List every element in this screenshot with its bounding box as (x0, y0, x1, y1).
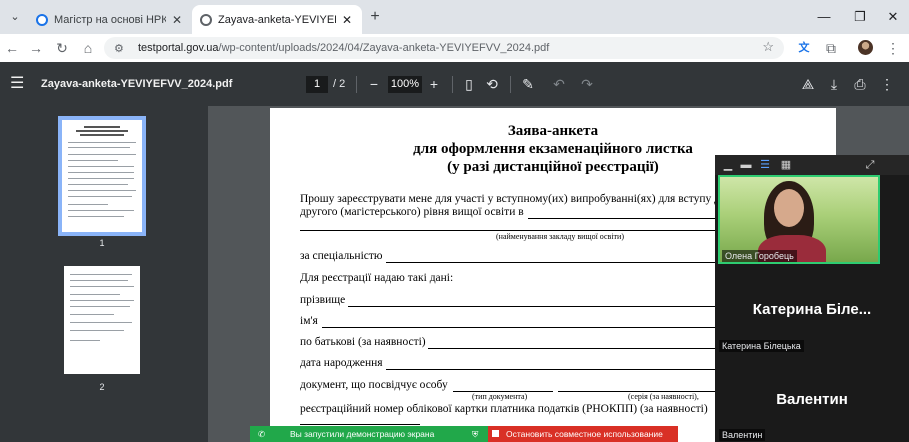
bookmark-star-icon[interactable]: ☆ (762, 39, 774, 55)
share-status: ✆ Вы запустили демонстрацию экрана ⛨ (250, 426, 488, 442)
zoom-in-plus-icon[interactable]: + (425, 74, 443, 94)
request-text: другого (магістерського) рівня вищої осв… (300, 206, 524, 218)
browser-tab-master-program[interactable]: Магістр на основі НРК6/НРК7 ✕ (28, 5, 192, 34)
hamburger-menu-icon[interactable]: ☰ (10, 75, 24, 93)
stop-sharing-button[interactable]: Остановить совместное использование (488, 426, 678, 442)
thumbnail-sidebar: 1 2 (0, 106, 208, 442)
rotate-icon[interactable]: ⟲ (483, 74, 501, 94)
browser-tab-strip: ⌄ Магістр на основі НРК6/НРК7 ✕ Zayava-a… (0, 0, 909, 34)
profile-avatar[interactable] (858, 40, 873, 55)
participant-video (774, 189, 804, 227)
stop-sharing-label: Остановить совместное использование (506, 429, 663, 439)
participant-name: Олена Горобець (722, 250, 797, 262)
address-bar[interactable]: ⚙ testportal.gov.ua/wp-content/uploads/2… (104, 37, 784, 59)
list-view-icon[interactable]: ☰ (758, 158, 772, 172)
minimize-window-icon[interactable]: — (815, 8, 833, 26)
name-label: ім'я (300, 315, 318, 327)
fit-to-page-icon[interactable]: ▯ (460, 74, 478, 94)
thumbnail-label: 1 (99, 238, 105, 248)
participant-video-tile[interactable]: Олена Горобець (718, 175, 880, 264)
page-total: / 2 (333, 78, 346, 90)
share-status-text: Вы запустили демонстрацию экрана (290, 429, 435, 439)
zoom-out-minus-icon[interactable]: − (365, 74, 383, 94)
id-document-label: документ, що посвідчує особу (300, 379, 448, 391)
toolbar-divider (356, 76, 357, 93)
participant-name: Катерина Білецька (719, 340, 804, 352)
specialty-label: за спеціальністю (300, 250, 383, 262)
browser-toolbar: ← → ↻ ⌂ ⚙ testportal.gov.ua/wp-content/u… (0, 34, 909, 62)
single-view-icon[interactable]: ▬ (739, 158, 753, 172)
toolbar-divider (452, 76, 453, 93)
reload-icon[interactable]: ↻ (53, 39, 71, 57)
screen-share-banner: ✆ Вы запустили демонстрацию экрана ⛨ Ост… (250, 426, 678, 442)
zoom-level-input[interactable] (388, 76, 422, 93)
more-options-kebab-icon[interactable]: ⋮ (878, 74, 896, 94)
globe-favicon-icon (36, 13, 48, 26)
browser-menu-kebab-icon[interactable]: ⋮ (884, 39, 902, 57)
doc-type-hint: (тип документа) (472, 392, 528, 401)
registration-intro: Для реєстрації надаю такі дані: (300, 272, 454, 284)
tab-title: Zayava-anketa-YEVIYEFVV_2024 (218, 13, 336, 26)
extensions-puzzle-icon[interactable]: ⧉ (822, 39, 840, 57)
undo-icon[interactable]: ↶ (550, 74, 568, 94)
doc-series-hint: (серія (за наявності), (628, 392, 699, 401)
video-call-toolbar: ▁ ▬ ☰ ▦ ⤢ (715, 155, 909, 175)
grid-view-icon[interactable]: ▦ (779, 158, 793, 172)
restore-window-icon[interactable]: ❐ (851, 8, 869, 26)
tax-number-field[interactable] (300, 424, 420, 425)
close-tab-icon[interactable]: ✕ (340, 13, 354, 27)
translate-extension-icon[interactable]: 文 (795, 39, 813, 57)
document-title: Заява-анкета (507, 123, 599, 139)
thumbnail-label: 2 (99, 382, 105, 392)
print-icon[interactable]: ⎙ (851, 74, 869, 94)
request-text: Прошу зареєструвати мене для участі у вс… (300, 193, 731, 205)
redo-icon[interactable]: ↷ (578, 74, 596, 94)
back-arrow-icon[interactable]: ← (3, 39, 21, 57)
participant-name-large: Катерина Біле... (752, 301, 872, 318)
tab-search-chevron-icon[interactable]: ⌄ (6, 8, 24, 26)
tab-title: Магістр на основі НРК6/НРК7 (54, 13, 166, 26)
forward-arrow-icon[interactable]: → (27, 39, 45, 57)
url-path: /wp-content/uploads/2024/04/Zayava-anket… (218, 42, 550, 54)
home-icon[interactable]: ⌂ (79, 39, 97, 57)
expand-icon[interactable]: ⤢ (863, 158, 877, 172)
save-copy-icon[interactable]: ⟁ (799, 74, 817, 94)
download-icon[interactable]: ⤓ (825, 74, 843, 94)
new-tab-plus-icon[interactable]: + (366, 8, 384, 26)
close-tab-icon[interactable]: ✕ (170, 13, 184, 27)
browser-tab-pdf[interactable]: Zayava-anketa-YEVIYEFVV_2024 ✕ (192, 5, 362, 34)
birthdate-label: дата народження (300, 357, 383, 369)
shield-icon: ⛨ (472, 429, 479, 439)
close-window-icon[interactable]: ✕ (884, 8, 902, 26)
page-number-input[interactable] (306, 76, 328, 93)
participant-name-large: Валентин (776, 391, 848, 408)
url-host: testportal.gov.ua (138, 42, 219, 54)
pdf-toolbar: ☰ Zayava-anketa-YEVIYEFVV_2024.pdf / 2 −… (0, 62, 909, 106)
page-thumbnail-1[interactable] (58, 116, 146, 236)
participant-name: Валентин (719, 429, 766, 441)
stop-square-icon (492, 430, 499, 437)
surname-label: прізвище (300, 294, 346, 306)
phone-icon: ✆ (258, 429, 266, 439)
page-thumbnail-2[interactable] (64, 266, 140, 374)
institution-hint: (найменування закладу вищої освіти) (496, 232, 624, 241)
minimize-panel-icon[interactable]: ▁ (721, 158, 735, 172)
globe-favicon-icon (200, 13, 212, 26)
pdf-file-name: Zayava-anketa-YEVIYEFVV_2024.pdf (41, 78, 233, 90)
video-call-panel: ▁ ▬ ☰ ▦ ⤢ Олена Горобець Катерина Біле..… (715, 155, 909, 442)
tax-number-label: реєстраційний номер облікової картки пла… (300, 403, 708, 415)
toolbar-divider (510, 76, 511, 93)
site-info-icon[interactable]: ⚙ (114, 42, 128, 55)
patronymic-label: по батькові (за наявності) (300, 336, 426, 348)
annotate-pen-icon[interactable]: ✎ (519, 74, 537, 94)
